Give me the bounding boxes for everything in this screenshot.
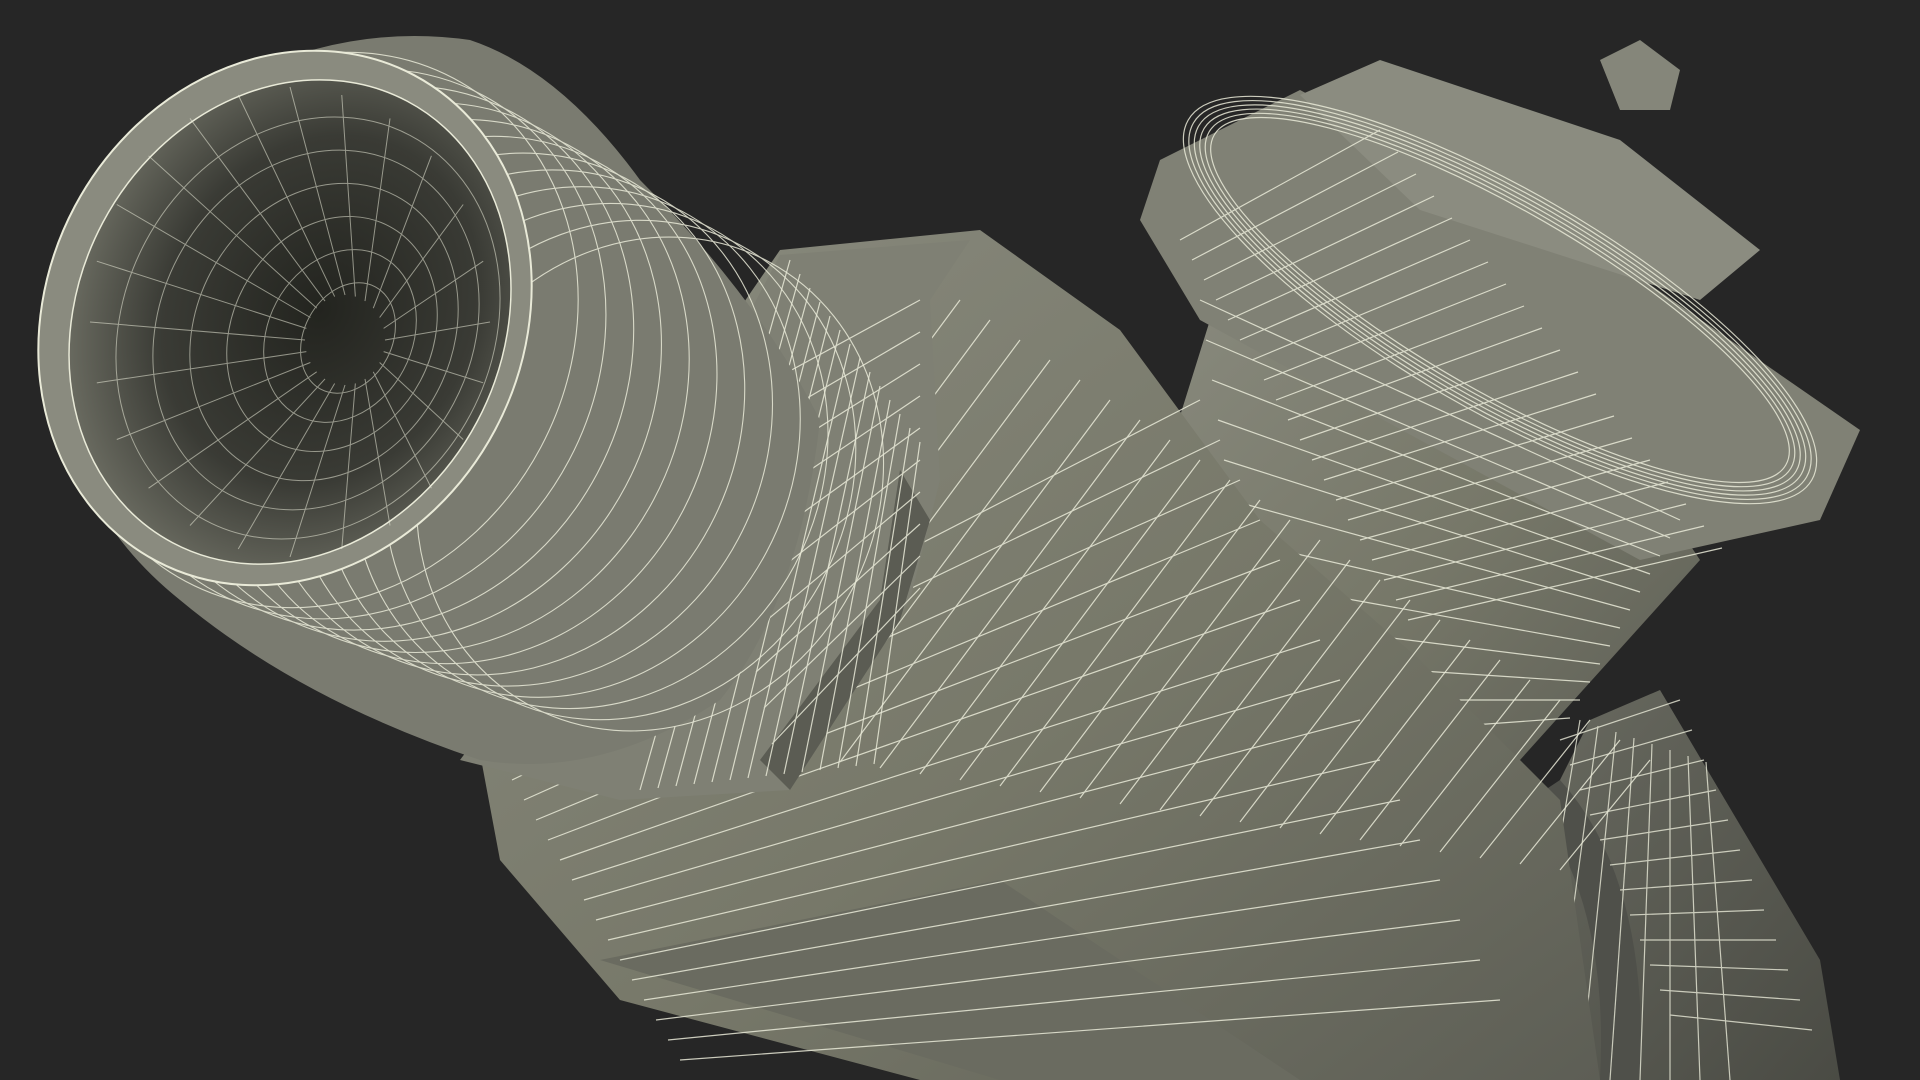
wireframe-render <box>0 0 1920 1080</box>
